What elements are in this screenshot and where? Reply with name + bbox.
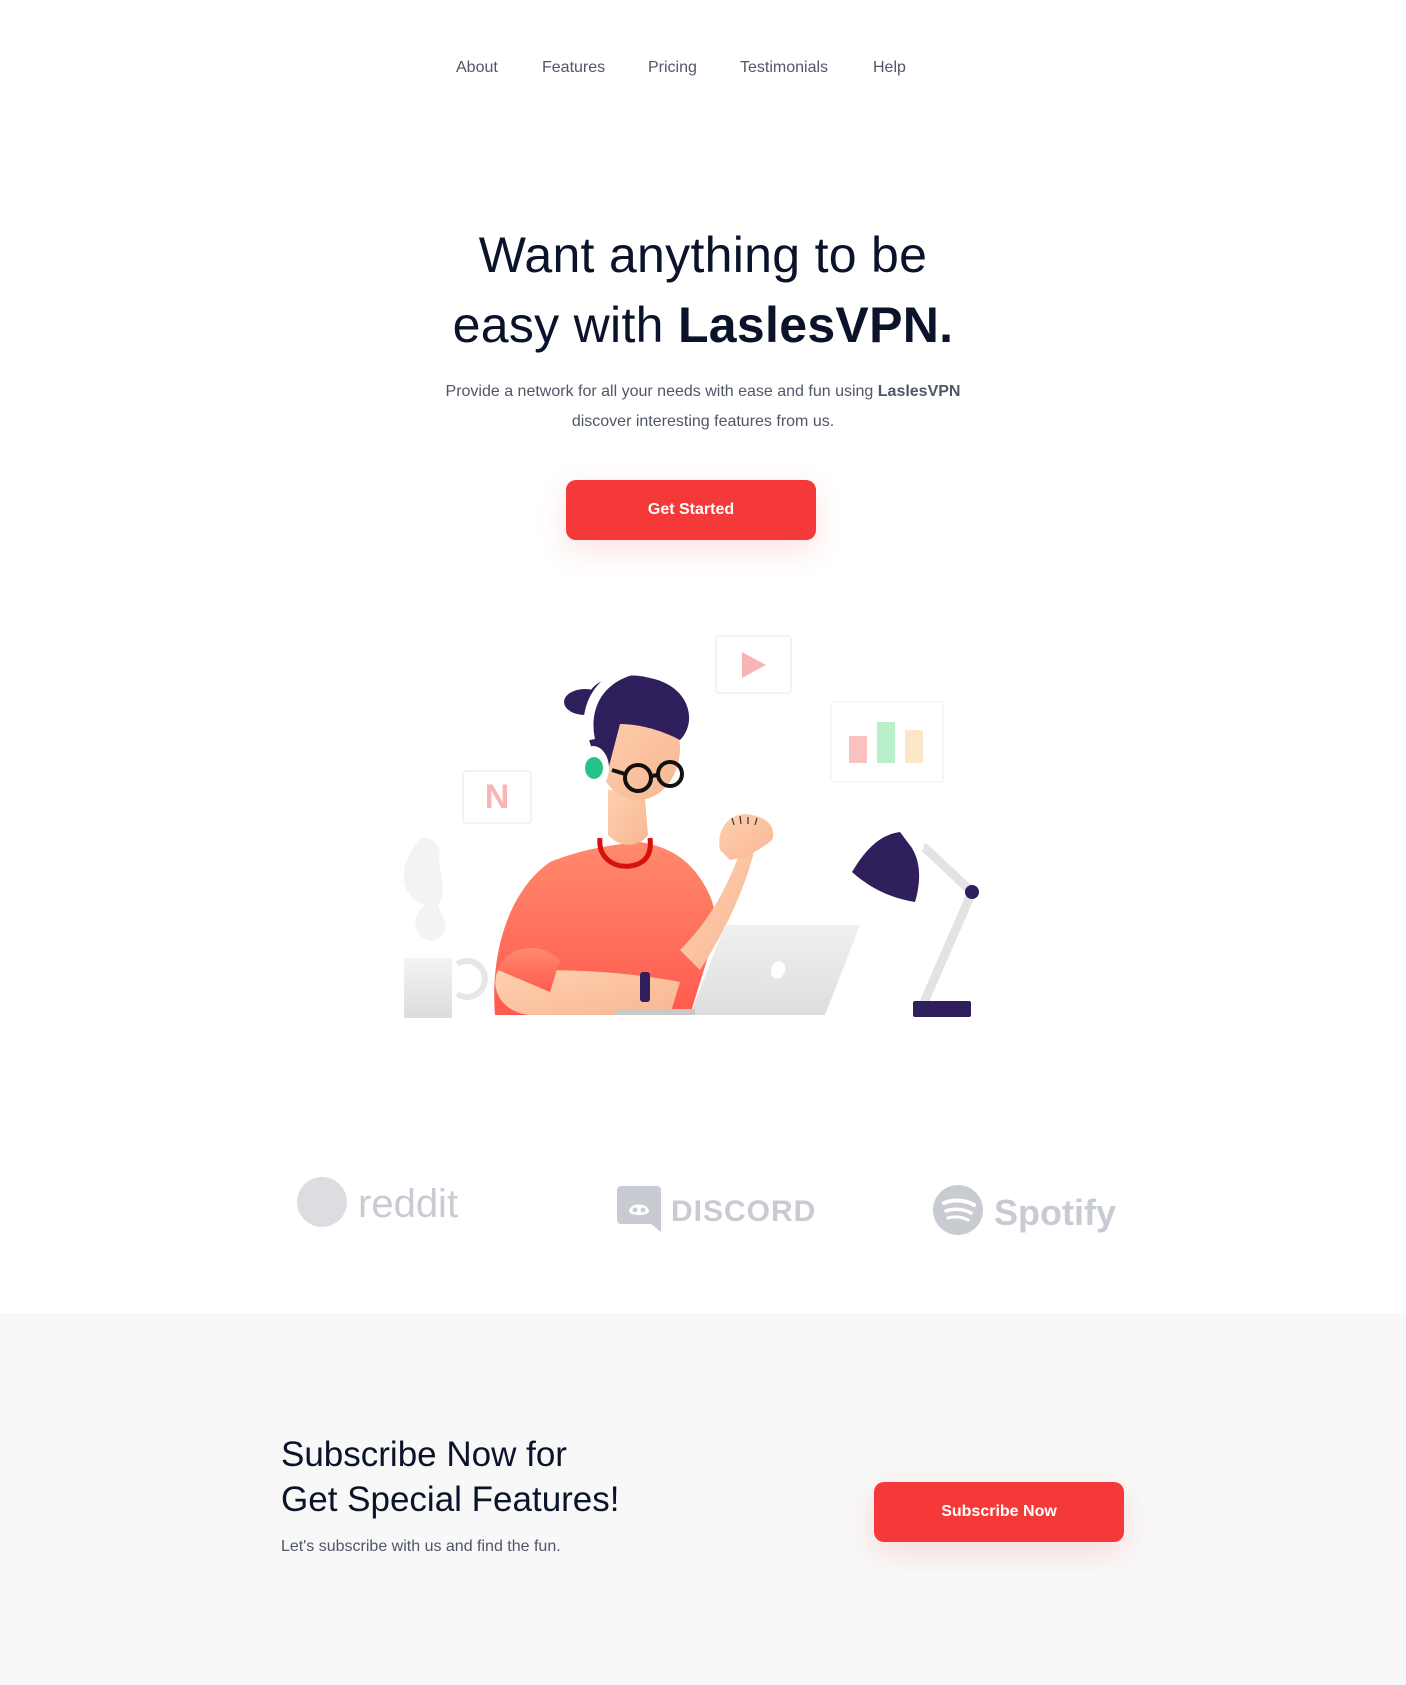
- brand-reddit: reddit: [296, 1176, 458, 1233]
- brand-spotify: Spotify: [932, 1184, 1116, 1241]
- video-tile: [715, 635, 792, 694]
- nav-item-features[interactable]: Features: [542, 56, 605, 80]
- get-started-button[interactable]: Get Started: [566, 480, 816, 540]
- hero-title: Want anything to be easy with LaslesVPN.: [0, 220, 1406, 360]
- reddit-wordmark: reddit: [358, 1182, 459, 1226]
- bar-chart-bar: [849, 736, 867, 763]
- hero-desc-suffix: discover interesting features from us.: [571, 413, 835, 430]
- watch: [640, 972, 650, 1002]
- bar-chart-bar: [905, 730, 923, 763]
- brand-discord: DISCORD: [617, 1186, 816, 1237]
- mug: [404, 958, 488, 1018]
- hero-desc-brand: LaslesVPN: [877, 383, 961, 400]
- bar-chart-bar: [877, 722, 895, 763]
- hero-desc-prefix: Provide a network for all your needs wit…: [445, 383, 878, 400]
- nav-item-help[interactable]: Help: [873, 56, 906, 80]
- hero-title-line2: easy with: [452, 297, 678, 353]
- netflix-tile: N: [462, 770, 532, 824]
- reddit-icon: [296, 1176, 348, 1233]
- discord-wordmark: DISCORD: [671, 1194, 817, 1228]
- nav-item-testimonials[interactable]: Testimonials: [740, 56, 828, 80]
- spotify-wordmark: Spotify: [994, 1191, 1116, 1233]
- subscribe-now-button[interactable]: Subscribe Now: [874, 1482, 1124, 1542]
- subscribe-section: Subscribe Now for Get Special Features! …: [0, 1313, 1406, 1685]
- chart-tile: [830, 701, 944, 783]
- subscribe-title-line1: Subscribe Now for: [281, 1435, 567, 1474]
- steam-shape: [403, 837, 446, 941]
- spotify-icon: [932, 1184, 984, 1241]
- subscribe-title: Subscribe Now for Get Special Features!: [281, 1432, 620, 1522]
- top-nav: About Features Pricing Testimonials Help: [0, 56, 1406, 80]
- nav-item-pricing[interactable]: Pricing: [648, 56, 697, 80]
- subscribe-title-line2: Get Special Features!: [281, 1480, 620, 1519]
- nav-item-about[interactable]: About: [456, 56, 498, 80]
- discord-icon: [617, 1186, 661, 1237]
- desk-lamp: [852, 832, 979, 1017]
- netflix-letter: N: [485, 778, 510, 816]
- subscribe-description: Let's subscribe with us and find the fun…: [281, 1538, 561, 1555]
- hero-description: Provide a network for all your needs wit…: [403, 377, 1003, 437]
- hero-illustration: N: [403, 635, 979, 1018]
- hero-title-line1: Want anything to be: [478, 227, 928, 283]
- hero-title-brand: LaslesVPN.: [677, 297, 954, 353]
